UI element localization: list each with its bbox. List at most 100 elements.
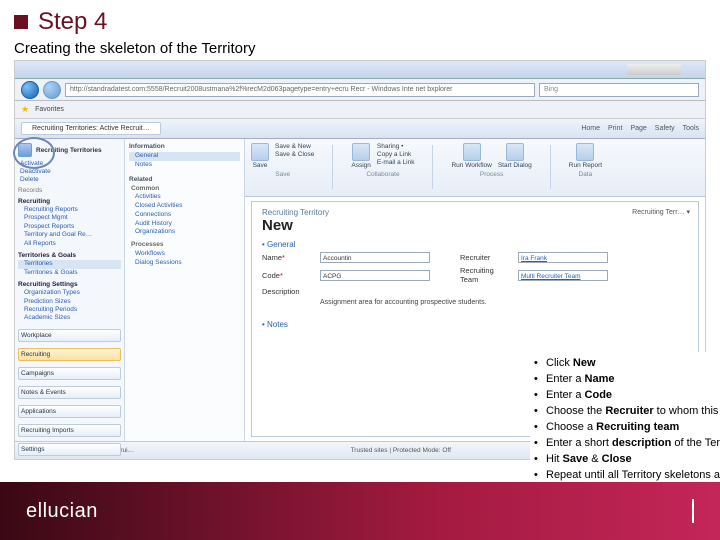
run-rpt-label: Run Report xyxy=(569,162,602,169)
favorites-icon[interactable]: ★ xyxy=(21,104,29,115)
ie-tool-home[interactable]: Home xyxy=(581,125,600,132)
emaillink-button[interactable]: E-mail a Link xyxy=(377,159,415,166)
form-nav-info: Information xyxy=(129,143,240,150)
area-recruiting[interactable]: Recruiting xyxy=(18,348,121,361)
save-button[interactable]: Save xyxy=(251,143,269,169)
code-label: Code xyxy=(262,271,280,280)
form-nav: Information General Notes Related Common… xyxy=(125,139,245,441)
link-deactivate[interactable]: Deactivate xyxy=(20,168,121,175)
ie-tool-page[interactable]: Page xyxy=(630,125,646,132)
back-button[interactable] xyxy=(21,81,39,99)
area-applications[interactable]: Applications xyxy=(18,405,121,418)
ie-address-bar: http://standradatest.com:5558/Recruit200… xyxy=(15,79,705,101)
nav-item[interactable]: All Reports xyxy=(18,240,121,248)
record-form: Recruiting Territory New Recruiting Terr… xyxy=(251,201,699,437)
search-input[interactable]: Bing xyxy=(539,83,699,97)
instruction-item: Enter a short description of the Territo… xyxy=(532,436,720,452)
nav-item[interactable]: Territory and Goal Re… xyxy=(18,231,121,239)
start-dlg-label: Start Dialog xyxy=(498,162,532,169)
related-item[interactable]: Dialog Sessions xyxy=(129,259,240,268)
name-value: Accountin xyxy=(321,255,352,262)
view-selector[interactable]: Recruiting Terr… ▾ xyxy=(632,208,690,216)
section-notes[interactable]: • Notes xyxy=(262,320,688,329)
section-general[interactable]: • General xyxy=(262,240,688,249)
nav-group-territories: Territories & Goals xyxy=(18,252,121,259)
records-label: Records xyxy=(18,187,121,194)
nav-item[interactable]: Territories & Goals xyxy=(18,269,121,277)
related-item[interactable]: Organizations xyxy=(129,228,240,237)
browser-tab[interactable]: Recruiting Territories: Active Recruit… xyxy=(21,122,161,135)
recruiter-input[interactable]: Ira Frank xyxy=(518,252,608,263)
nav-item[interactable]: Prospect Mgmt xyxy=(18,214,121,222)
brand-logo: ellucian xyxy=(26,500,98,523)
area-imports[interactable]: Recruiting Imports xyxy=(18,424,121,437)
screenshot-frame: http://standradatest.com:5558/Recruit200… xyxy=(14,60,706,460)
description-label: Description xyxy=(262,287,316,296)
highlight-circle xyxy=(13,137,55,169)
search-placeholder: Bing xyxy=(544,86,558,93)
related-item[interactable]: Audit History xyxy=(129,220,240,229)
save-new-button[interactable]: Save & New xyxy=(275,143,314,150)
instruction-item: Choose a Recruiting team xyxy=(532,420,720,436)
recruiter-value[interactable]: Ira Frank xyxy=(519,255,547,262)
status-zone: Trusted sites | Protected Mode: Off xyxy=(351,447,451,454)
run-wf-label: Run Workflow xyxy=(451,162,491,169)
nav-item[interactable]: Organization Types xyxy=(18,289,121,297)
related-item[interactable]: Closed Activities xyxy=(129,202,240,211)
forward-button[interactable] xyxy=(43,81,61,99)
instruction-item: Hit Save & Close xyxy=(532,452,720,468)
form-nav-general[interactable]: General xyxy=(129,152,240,161)
nav-item[interactable]: Territories xyxy=(18,260,121,268)
related-item[interactable]: Activities xyxy=(129,193,240,202)
nav-item[interactable]: Prediction Sizes xyxy=(18,298,121,306)
form-nav-processes: Processes xyxy=(129,241,240,250)
ie-tool-print[interactable]: Print xyxy=(608,125,622,132)
favorites-label[interactable]: Favorites xyxy=(35,106,64,113)
save-icon xyxy=(251,143,269,161)
area-campaigns[interactable]: Campaigns xyxy=(18,367,121,380)
ie-tool-tools[interactable]: Tools xyxy=(683,125,699,132)
related-item[interactable]: Workflows xyxy=(129,250,240,259)
description-value: Assignment area for accounting prospecti… xyxy=(320,299,688,306)
assign-button[interactable]: Assign xyxy=(351,143,371,169)
run-report-button[interactable]: Run Report xyxy=(569,143,602,169)
save-close-button[interactable]: Save & Close xyxy=(275,151,314,158)
nav-item[interactable]: Recruiting Reports xyxy=(18,206,121,214)
nav-group-settings: Recruiting Settings xyxy=(18,281,121,288)
sharing-button[interactable]: Sharing • xyxy=(377,143,415,150)
related-item[interactable]: Connections xyxy=(129,211,240,220)
nav-item[interactable]: Prospect Reports xyxy=(18,223,121,231)
page-title: Step 4 xyxy=(38,8,107,36)
assign-icon xyxy=(352,143,370,161)
ribbon-sec-collab: Collaborate xyxy=(366,171,399,178)
area-workplace[interactable]: Workplace xyxy=(18,329,121,342)
start-dialog-button[interactable]: Start Dialog xyxy=(498,143,532,169)
area-settings[interactable]: Settings xyxy=(18,443,121,456)
nav-item[interactable]: Academic Sizes xyxy=(18,314,121,322)
form-nav-notes[interactable]: Notes xyxy=(129,161,240,170)
form-entity-label: Recruiting Territory xyxy=(262,208,688,217)
link-delete[interactable]: Delete xyxy=(20,176,121,183)
nav-item[interactable]: Recruiting Periods xyxy=(18,306,121,314)
slide-footer: ellucian xyxy=(0,482,720,540)
name-input[interactable]: Accountin xyxy=(320,252,430,263)
team-value[interactable]: Multi Recruiter Team xyxy=(519,273,580,280)
instruction-item: Choose the Recruiter to whom this Territ… xyxy=(532,404,720,420)
form-record-title: New xyxy=(262,217,688,234)
code-input[interactable]: ACPG xyxy=(320,270,430,281)
ie-tool-safety[interactable]: Safety xyxy=(655,125,675,132)
team-input[interactable]: Multi Recruiter Team xyxy=(518,270,608,281)
address-input[interactable]: http://standradatest.com:5558/Recruit200… xyxy=(65,83,535,97)
instruction-item: Enter a Name xyxy=(532,372,720,388)
ie-tab-strip: Recruiting Territories: Active Recruit… … xyxy=(15,119,705,139)
ribbon-sec-process: Process xyxy=(480,171,503,178)
form-nav-common: Common xyxy=(129,185,240,194)
run-workflow-button[interactable]: Run Workflow xyxy=(451,143,491,169)
recruiter-label: Recruiter xyxy=(460,253,514,262)
area-notes[interactable]: Notes & Events xyxy=(18,386,121,399)
ie-titlebar xyxy=(15,61,705,79)
address-text: http://standradatest.com:5558/Recruit200… xyxy=(70,86,453,93)
workflow-icon xyxy=(463,143,481,161)
copylink-button[interactable]: Copy a Link xyxy=(377,151,415,158)
title-bullet xyxy=(14,15,28,29)
